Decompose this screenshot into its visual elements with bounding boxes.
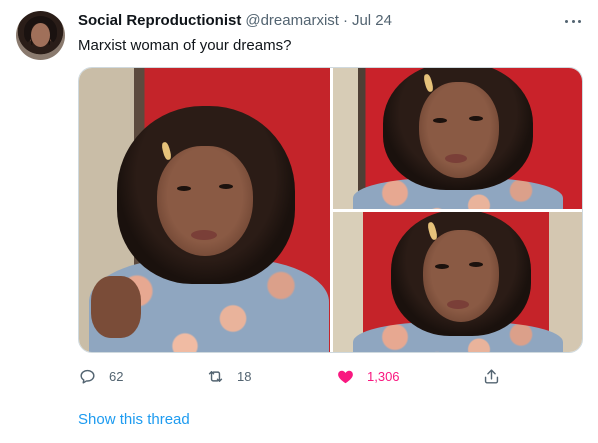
photo-lips <box>445 154 467 163</box>
action-bar: 62 18 1,306 <box>78 364 501 388</box>
tweet-header: Social Reproductionist @dreamarxist · Ju… <box>78 12 392 32</box>
tweet-date[interactable]: Jul 24 <box>352 12 392 29</box>
author-name[interactable]: Social Reproductionist <box>78 12 241 29</box>
show-thread-link[interactable]: Show this thread <box>78 411 190 428</box>
photo-face <box>419 82 499 178</box>
reply-count: 62 <box>109 368 124 384</box>
avatar[interactable] <box>16 11 65 60</box>
reply-button[interactable]: 62 <box>78 364 123 388</box>
retweet-button[interactable]: 18 <box>206 364 251 388</box>
photo-eye <box>177 186 191 191</box>
photo-lips <box>447 300 469 309</box>
heart-icon <box>338 370 353 383</box>
tweet-text: Marxist woman of your dreams? <box>78 37 292 54</box>
retweet-icon <box>208 370 223 382</box>
photo-eye <box>219 184 233 189</box>
share-icon <box>484 368 499 384</box>
separator-dot: · <box>342 12 348 29</box>
more-icon[interactable] <box>562 14 584 28</box>
share-button[interactable] <box>482 364 501 388</box>
photo-eye <box>469 116 483 121</box>
photo-lips <box>191 230 217 240</box>
photo-3[interactable] <box>333 212 582 352</box>
photo-eye <box>469 262 483 267</box>
photo-hand <box>91 276 141 338</box>
author-handle[interactable]: @dreamarxist <box>245 12 339 29</box>
retweet-count: 18 <box>237 368 252 384</box>
like-button[interactable]: 1,306 <box>336 364 400 388</box>
photo-eye <box>435 264 449 269</box>
avatar-face <box>31 23 50 47</box>
media-grid <box>78 67 583 353</box>
tweet[interactable]: Social Reproductionist @dreamarxist · Ju… <box>0 0 598 443</box>
photo-eye <box>433 118 447 123</box>
like-count: 1,306 <box>367 368 400 384</box>
reply-icon <box>80 369 95 384</box>
photo-2[interactable] <box>333 68 582 209</box>
photo-1[interactable] <box>79 68 330 352</box>
